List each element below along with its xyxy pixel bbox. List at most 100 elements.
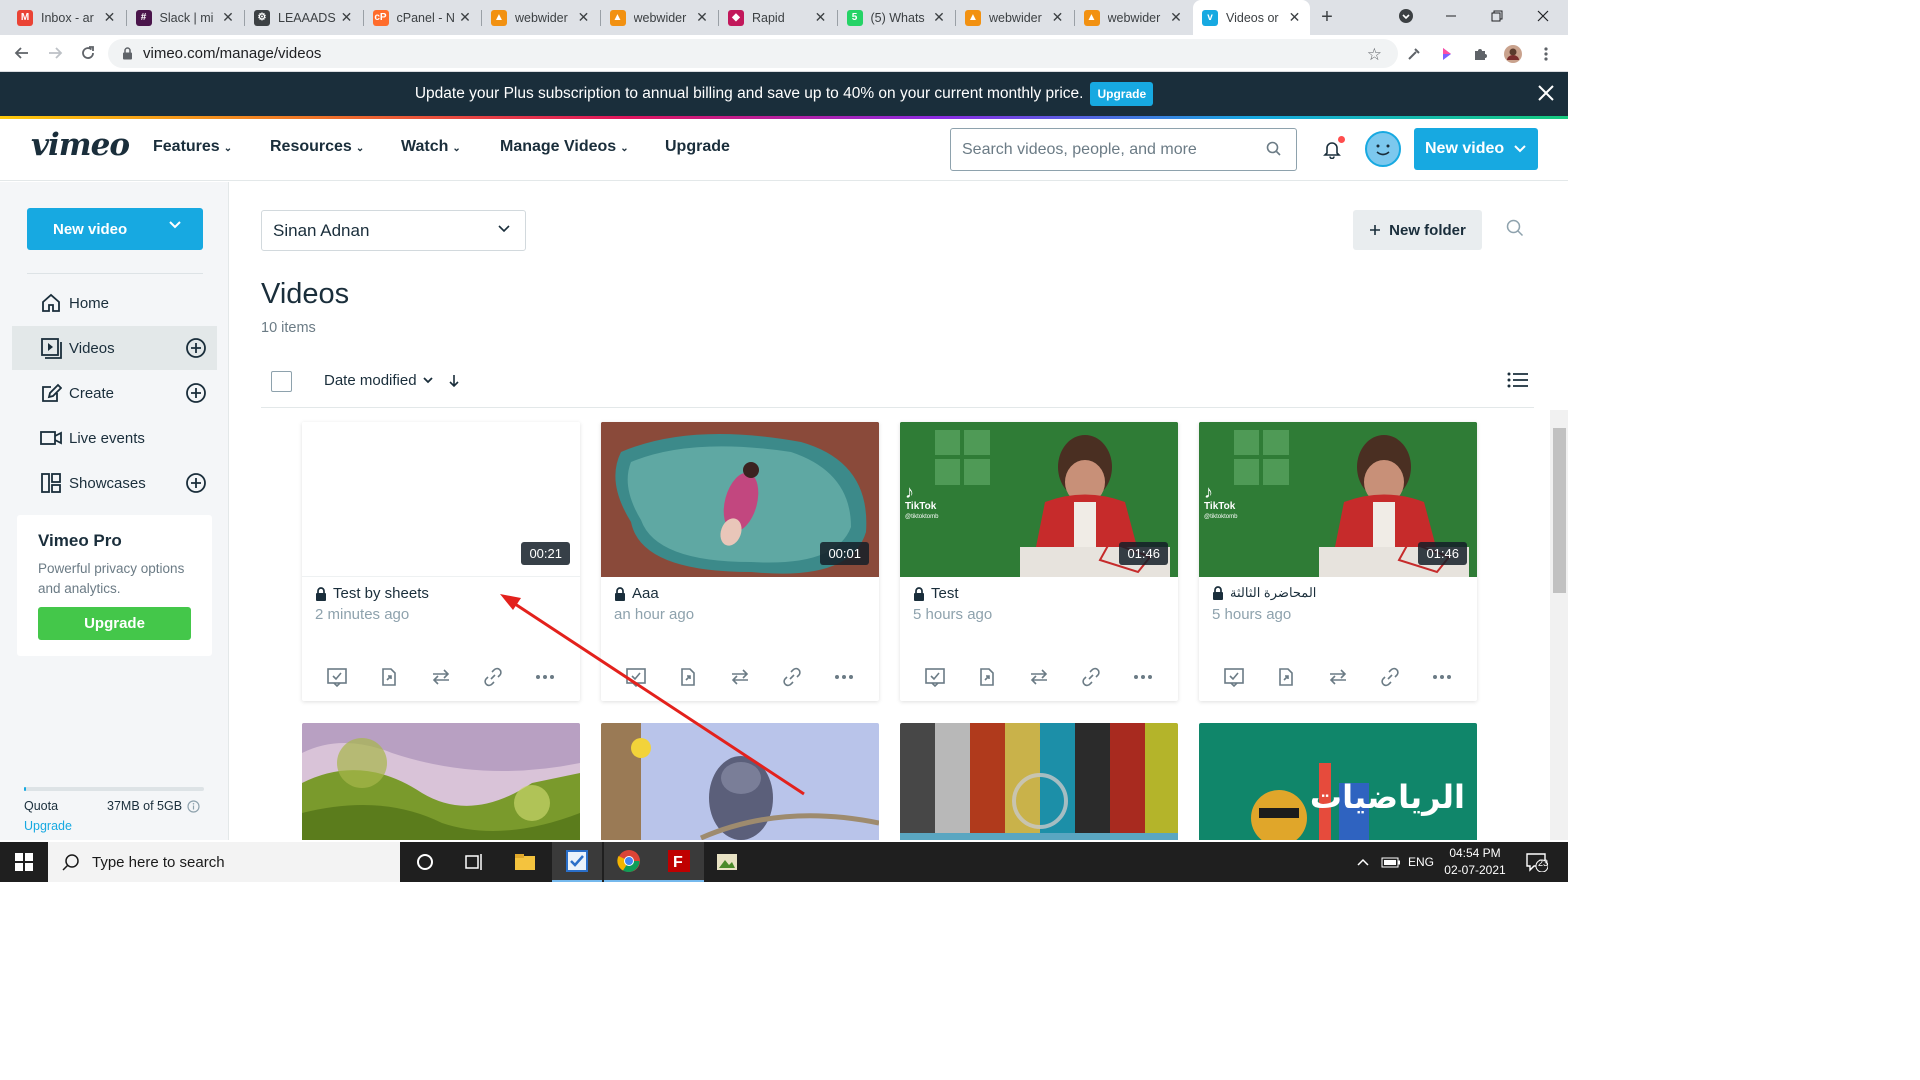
video-title[interactable]: Test by sheets: [315, 585, 429, 602]
extension-arrow-icon[interactable]: [1437, 44, 1457, 64]
review-icon[interactable]: [1222, 665, 1246, 689]
share-icon[interactable]: [377, 665, 401, 689]
sort-dropdown[interactable]: Date modified: [324, 372, 459, 389]
tab-search-icon[interactable]: [1383, 0, 1428, 32]
tab-close-icon[interactable]: ✕: [1049, 9, 1067, 27]
browser-tab[interactable]: ⚙ LEAAADS ✕: [245, 4, 362, 31]
more-icon[interactable]: [533, 665, 557, 689]
replace-icon[interactable]: [429, 665, 453, 689]
more-icon[interactable]: [1131, 665, 1155, 689]
replace-icon[interactable]: [1326, 665, 1350, 689]
reload-icon[interactable]: [76, 41, 100, 65]
browser-tab[interactable]: M Inbox - ar ✕: [8, 4, 125, 31]
add-circle-icon[interactable]: [185, 472, 207, 494]
video-card[interactable]: 00:21 Test by sheets 2 minutes ago: [302, 422, 580, 701]
review-icon[interactable]: [923, 665, 947, 689]
video-thumbnail[interactable]: [601, 723, 879, 840]
video-title[interactable]: Test: [913, 585, 959, 602]
sidebar-item-live-events[interactable]: Live events: [12, 416, 217, 460]
add-circle-icon[interactable]: [185, 337, 207, 359]
forward-icon[interactable]: [43, 41, 67, 65]
tab-close-icon[interactable]: ✕: [575, 9, 593, 27]
chrome-icon[interactable]: [604, 842, 654, 882]
sidebar-new-video-button[interactable]: New video: [27, 208, 203, 250]
extensions-puzzle-icon[interactable]: [1470, 44, 1490, 64]
windows-start-icon[interactable]: [0, 842, 48, 882]
share-icon[interactable]: [1274, 665, 1298, 689]
scrollbar[interactable]: [1550, 410, 1568, 840]
eyedropper-extension-icon[interactable]: [1404, 44, 1424, 64]
profile-avatar-icon[interactable]: [1503, 44, 1523, 64]
replace-icon[interactable]: [1027, 665, 1051, 689]
tray-chevron-icon[interactable]: [1356, 842, 1370, 882]
new-tab-button[interactable]: +: [1316, 6, 1338, 28]
app-check-icon[interactable]: [552, 842, 602, 882]
menu-upgrade[interactable]: Upgrade: [665, 138, 730, 156]
promo-upgrade-button[interactable]: Upgrade: [1090, 82, 1154, 106]
close-icon[interactable]: [1536, 83, 1556, 103]
menu-manage-videos[interactable]: Manage Videos ⌄: [500, 138, 629, 156]
video-card[interactable]: 00:01 Aaa an hour ago: [601, 422, 879, 701]
sidebar-item-home[interactable]: Home: [12, 281, 217, 325]
sort-direction-icon[interactable]: [448, 374, 459, 388]
filezilla-icon[interactable]: F: [654, 842, 704, 882]
sidebar-item-showcases[interactable]: Showcases: [12, 461, 217, 505]
info-icon[interactable]: [187, 799, 200, 813]
select-all-checkbox[interactable]: [271, 371, 292, 392]
browser-tab[interactable]: v Videos or ✕: [1193, 0, 1310, 35]
more-icon[interactable]: [832, 665, 856, 689]
back-icon[interactable]: [10, 41, 34, 65]
link-icon[interactable]: [481, 665, 505, 689]
share-icon[interactable]: [975, 665, 999, 689]
address-bar[interactable]: vimeo.com/manage/videos ☆: [108, 39, 1398, 68]
battery-icon[interactable]: [1381, 842, 1401, 882]
menu-watch[interactable]: Watch ⌄: [401, 138, 461, 156]
image-editor-icon[interactable]: [702, 842, 752, 882]
tab-close-icon[interactable]: ✕: [812, 9, 830, 27]
tab-close-icon[interactable]: ✕: [219, 9, 237, 27]
review-icon[interactable]: [325, 665, 349, 689]
sidebar-item-create[interactable]: Create: [12, 371, 217, 415]
new-folder-button[interactable]: New folder: [1353, 210, 1482, 250]
browser-tab[interactable]: cP cPanel - N ✕: [364, 4, 481, 31]
browser-tab[interactable]: ▲ webwider ✕: [956, 4, 1073, 31]
browser-tab[interactable]: ◆ Rapid ✕: [719, 4, 836, 31]
bookmark-star-icon[interactable]: ☆: [1367, 45, 1382, 65]
cortana-icon[interactable]: [400, 842, 450, 882]
more-icon[interactable]: [1430, 665, 1454, 689]
tab-close-icon[interactable]: ✕: [1167, 9, 1185, 27]
replace-icon[interactable]: [728, 665, 752, 689]
add-circle-icon[interactable]: [185, 382, 207, 404]
clock[interactable]: 04:54 PM 02-07-2021: [1440, 845, 1510, 879]
search-icon[interactable]: [1506, 219, 1524, 237]
browser-tab[interactable]: ▲ webwider ✕: [482, 4, 599, 31]
browser-tab[interactable]: ▲ webwider ✕: [601, 4, 718, 31]
vimeo-logo[interactable]: vimeo: [31, 127, 130, 163]
window-close-icon[interactable]: [1520, 0, 1565, 32]
new-video-button[interactable]: New video: [1414, 128, 1538, 170]
list-view-icon[interactable]: [1507, 372, 1529, 388]
video-thumbnail[interactable]: [302, 723, 580, 840]
notifications-icon[interactable]: 23: [1526, 842, 1548, 882]
link-icon[interactable]: [1079, 665, 1103, 689]
video-card[interactable]: ♪ TikTok @tiktoktomb 01:46 Test 5 hours …: [900, 422, 1178, 701]
tab-close-icon[interactable]: ✕: [101, 9, 119, 27]
sidebar-item-videos[interactable]: Videos: [12, 326, 217, 370]
tab-close-icon[interactable]: ✕: [930, 9, 948, 27]
tab-close-icon[interactable]: ✕: [456, 9, 474, 27]
search-icon[interactable]: [1266, 141, 1282, 157]
tab-close-icon[interactable]: ✕: [1286, 9, 1304, 27]
share-icon[interactable]: [676, 665, 700, 689]
scrollbar-thumb[interactable]: [1553, 428, 1566, 593]
video-title[interactable]: المحاضرة الثالثة: [1212, 585, 1316, 601]
taskbar-search[interactable]: Type here to search: [48, 842, 400, 882]
task-view-icon[interactable]: [450, 842, 500, 882]
video-title[interactable]: Aaa: [614, 585, 659, 602]
video-card[interactable]: ♪ TikTok @tiktoktomb 01:46 المحاضرة الثا…: [1199, 422, 1477, 701]
menu-resources[interactable]: Resources ⌄: [270, 138, 364, 156]
link-icon[interactable]: [780, 665, 804, 689]
restore-icon[interactable]: [1474, 0, 1519, 32]
tab-close-icon[interactable]: ✕: [338, 9, 356, 27]
video-thumbnail[interactable]: [900, 723, 1178, 840]
minimize-icon[interactable]: [1428, 0, 1473, 32]
